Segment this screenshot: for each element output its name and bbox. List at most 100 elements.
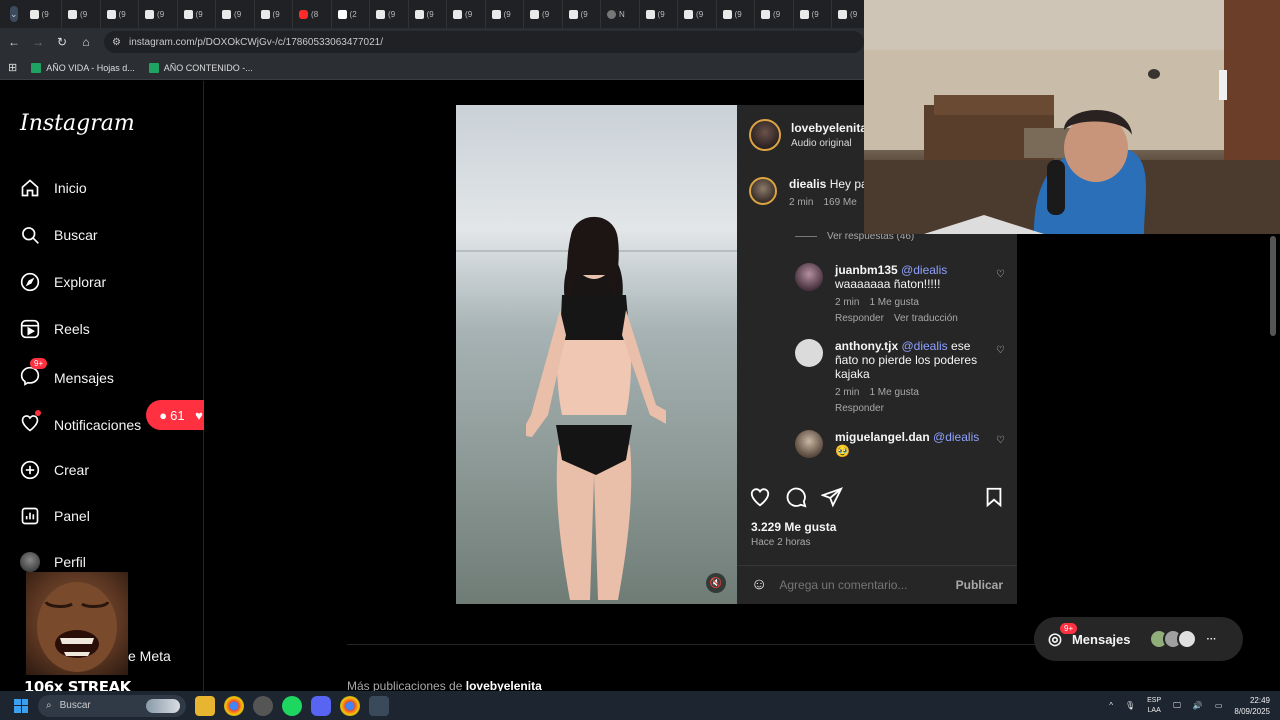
browser-tab[interactable]: (9 [409,0,448,28]
like-heart-icon[interactable] [749,486,771,508]
discord-icon[interactable] [311,695,331,716]
meta-link-fragment[interactable]: e Meta [128,648,171,664]
chevron-up-icon[interactable]: ^ [1109,701,1113,710]
sidebar-item-panel[interactable]: Panel [20,506,90,526]
author-avatar[interactable] [749,119,781,151]
messages-floating-button[interactable]: ◎ 9+ Mensajes ··· [1034,617,1243,661]
url-bar[interactable]: ⚙ instagram.com/p/DOXOkCWjGv-/c/17860533… [104,31,864,53]
browser-tab[interactable]: (9 [101,0,140,28]
like-count[interactable]: 3.229 Me gusta [751,520,836,534]
reply-user[interactable]: anthony.tjx [835,339,898,353]
browser-tab-strip: ⌄ (9 (9 (9 (9 (9 (9 (9 (8 (2 (9 (9 (9 (9 (9 (9 N (9 (9 (9(… [0,0,871,28]
sidebar-item-perfil[interactable]: Perfil [20,552,86,572]
browser-tab[interactable]: (9 [62,0,101,28]
browser-tab[interactable]: (9 [370,0,409,28]
instagram-logo[interactable]: Instagram [20,111,135,136]
comment-input[interactable] [779,578,944,592]
browser-tab[interactable]: (9 [216,0,255,28]
browser-tab[interactable]: (9 [563,0,602,28]
like-comment-heart-icon[interactable]: ♡ [996,345,1005,356]
browser-tab[interactable]: N [601,0,640,28]
browser-tab[interactable]: (9 [255,0,294,28]
back-arrow-icon[interactable]: ← [2,30,26,54]
browser-tab[interactable]: (9 [139,0,178,28]
github-desktop-icon[interactable] [253,695,273,716]
share-icon[interactable] [821,486,843,508]
reply-user[interactable]: miguelangel.dan [835,430,930,444]
sidebar-item-explorar[interactable]: Explorar [20,272,106,292]
mute-icon[interactable]: 🔇 [706,573,726,593]
reply-button[interactable]: Responder [835,313,884,324]
browser-tab[interactable]: (8 [293,0,332,28]
tabs-list: (9 (9 (9 (9 (9 (9 (9 (8 (2 (9 (9 (9 (9 (9 (9 N (9 (9 (9 (9 (… [24,0,871,28]
comment-icon[interactable] [785,486,807,508]
browser-tab[interactable]: (2 [332,0,371,28]
reply-mention[interactable]: @diealis [901,263,947,277]
reload-icon[interactable]: ↻ [50,30,74,54]
reply-avatar[interactable] [795,263,823,291]
sidebar-item-notificaciones[interactable]: Notificaciones [20,410,141,436]
tab-title: N [619,9,625,19]
calculator-icon[interactable] [369,695,389,716]
browser-tab[interactable]: (9 [755,0,794,28]
bookmark-label: AÑO CONTENIDO -... [163,62,253,73]
like-comment-heart-icon[interactable]: ♡ [996,269,1005,280]
volume-icon[interactable]: 🔊 [1193,701,1203,710]
browser-tab[interactable]: (9 [178,0,217,28]
sidebar-item-buscar[interactable]: Buscar [20,225,98,245]
monitor-icon[interactable]: 🖵 [1173,701,1181,711]
reply-user[interactable]: juanbm135 [835,263,898,277]
post-video[interactable]: 🔇 [456,105,737,604]
browser-tab[interactable]: (9 [678,0,717,28]
sidebar-item-inicio[interactable]: Inicio [20,178,87,198]
browser-tab[interactable]: (9 [640,0,679,28]
reply-button[interactable]: Responder [835,403,884,414]
comments-count: ● 61 [159,408,184,423]
page-scrollbar[interactable] [1270,236,1276,336]
home-browser-icon[interactable]: ⌂ [74,30,98,54]
chrome-icon[interactable] [224,695,244,716]
chrome-active-icon[interactable] [340,695,360,716]
translate-button[interactable]: Ver traducción [894,313,958,324]
author-username[interactable]: lovebyelenita [791,121,867,135]
windows-start-icon[interactable] [14,698,28,713]
apps-grid-icon[interactable]: ⊞ [8,61,17,74]
tab-search-chevron-icon[interactable]: ⌄ [10,6,18,22]
spotify-icon[interactable] [282,695,302,716]
browser-tab[interactable]: (9 [524,0,563,28]
comment-likes[interactable]: 169 Me [823,197,856,208]
forward-arrow-icon[interactable]: → [26,30,50,54]
file-explorer-icon[interactable] [195,695,215,716]
reply-avatar[interactable] [795,430,823,458]
publish-button[interactable]: Publicar [956,578,1003,592]
sidebar-item-crear[interactable]: Crear [20,460,89,480]
microphone-icon[interactable]: 🎙 [1125,701,1135,710]
bookmark-ano-contenido[interactable]: AÑO CONTENIDO -... [148,62,253,73]
sidebar-item-mensajes[interactable]: 9+ Mensajes [20,358,114,389]
browser-tab[interactable]: (9 [447,0,486,28]
comment-user[interactable]: diealis [789,177,826,191]
reply-likes[interactable]: 1 Me gusta [869,297,918,308]
post-time: Hace 2 horas [751,537,811,548]
like-comment-heart-icon[interactable]: ♡ [996,435,1005,446]
audio-label[interactable]: Audio original [791,138,867,149]
site-info-icon[interactable]: ⚙ [112,37,121,48]
language-indicator[interactable]: ESP LAA [1147,696,1161,716]
reply-mention[interactable]: @diealis [933,430,979,444]
reply-likes[interactable]: 1 Me gusta [869,387,918,398]
reply-mention[interactable]: @diealis [901,339,947,353]
browser-tab[interactable]: (9 [794,0,833,28]
bookmark-ano-vida[interactable]: AÑO VIDA - Hojas d... [31,62,135,73]
browser-tab[interactable]: (9 [717,0,756,28]
commenter-avatar[interactable] [749,177,777,205]
browser-tab[interactable]: (9 [24,0,63,28]
bookmark-icon[interactable] [983,486,1005,508]
sidebar-item-reels[interactable]: Reels [20,319,90,339]
reply-avatar[interactable] [795,339,823,367]
clock[interactable]: 22:49 8/09/2025 [1234,695,1270,717]
browser-tab[interactable]: (9 [486,0,525,28]
taskbar-search[interactable]: ⌕ Buscar [38,694,186,717]
emoji-icon[interactable]: ☺ [751,576,767,594]
battery-icon[interactable]: ▭ [1215,701,1223,710]
tiktok-icon [684,9,694,19]
